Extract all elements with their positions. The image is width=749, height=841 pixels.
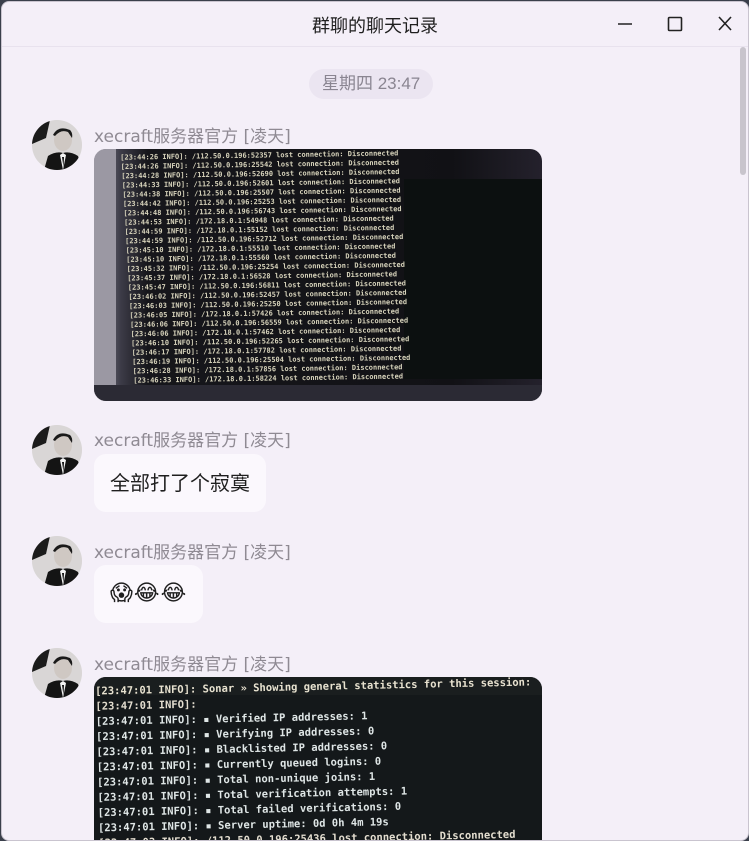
time-divider: 星期四 23:47 xyxy=(309,69,434,99)
user-avatar-icon xyxy=(32,648,82,698)
sender-name: xecraft服务器官方 [凌天] xyxy=(94,127,291,147)
avatar[interactable] xyxy=(32,648,82,698)
avatar[interactable] xyxy=(32,536,82,586)
minimize-icon xyxy=(618,23,632,25)
avatar[interactable] xyxy=(32,120,82,170)
message-list[interactable]: 星期四 23:47 xecraft服务器官方 [凌天] [23:44:26 IN… xyxy=(2,47,737,840)
terminal-photo-1: [23:44:26 INFO]: /112.50.0.196:52357 los… xyxy=(94,149,542,401)
user-avatar-icon xyxy=(32,120,82,170)
title-bar[interactable]: 群聊的聊天记录 xyxy=(2,2,748,47)
avatar[interactable] xyxy=(32,425,82,475)
sender-name: xecraft服务器官方 [凌天] xyxy=(94,431,291,451)
sender-name: xecraft服务器官方 [凌天] xyxy=(94,655,291,675)
scroll-thumb[interactable] xyxy=(740,47,746,175)
chat-history-window: 群聊的聊天记录 星期四 23:47 xecraft服务器官方 [凌天] [23:… xyxy=(1,1,749,841)
scrollbar[interactable] xyxy=(737,47,748,840)
maximize-button[interactable] xyxy=(658,10,692,38)
terminal-photo-2: [23:47:01 INFO]: Sonar » Showing general… xyxy=(94,677,542,840)
sender-name: xecraft服务器官方 [凌天] xyxy=(94,543,291,563)
close-icon xyxy=(718,16,732,31)
minimize-button[interactable] xyxy=(608,10,642,38)
image-message[interactable]: [23:47:01 INFO]: Sonar » Showing general… xyxy=(94,677,542,840)
user-avatar-icon xyxy=(32,536,82,586)
terminal-line: [23:47:01 INFO]: xyxy=(95,699,196,713)
user-avatar-icon xyxy=(32,425,82,475)
emoji-message[interactable]: 😱😂😂 xyxy=(94,565,204,623)
text-message[interactable]: 全部打了个寂寞 xyxy=(94,454,266,512)
close-button[interactable] xyxy=(708,10,742,38)
maximize-icon xyxy=(667,16,683,32)
image-message[interactable]: [23:44:26 INFO]: /112.50.0.196:52357 los… xyxy=(94,149,542,401)
